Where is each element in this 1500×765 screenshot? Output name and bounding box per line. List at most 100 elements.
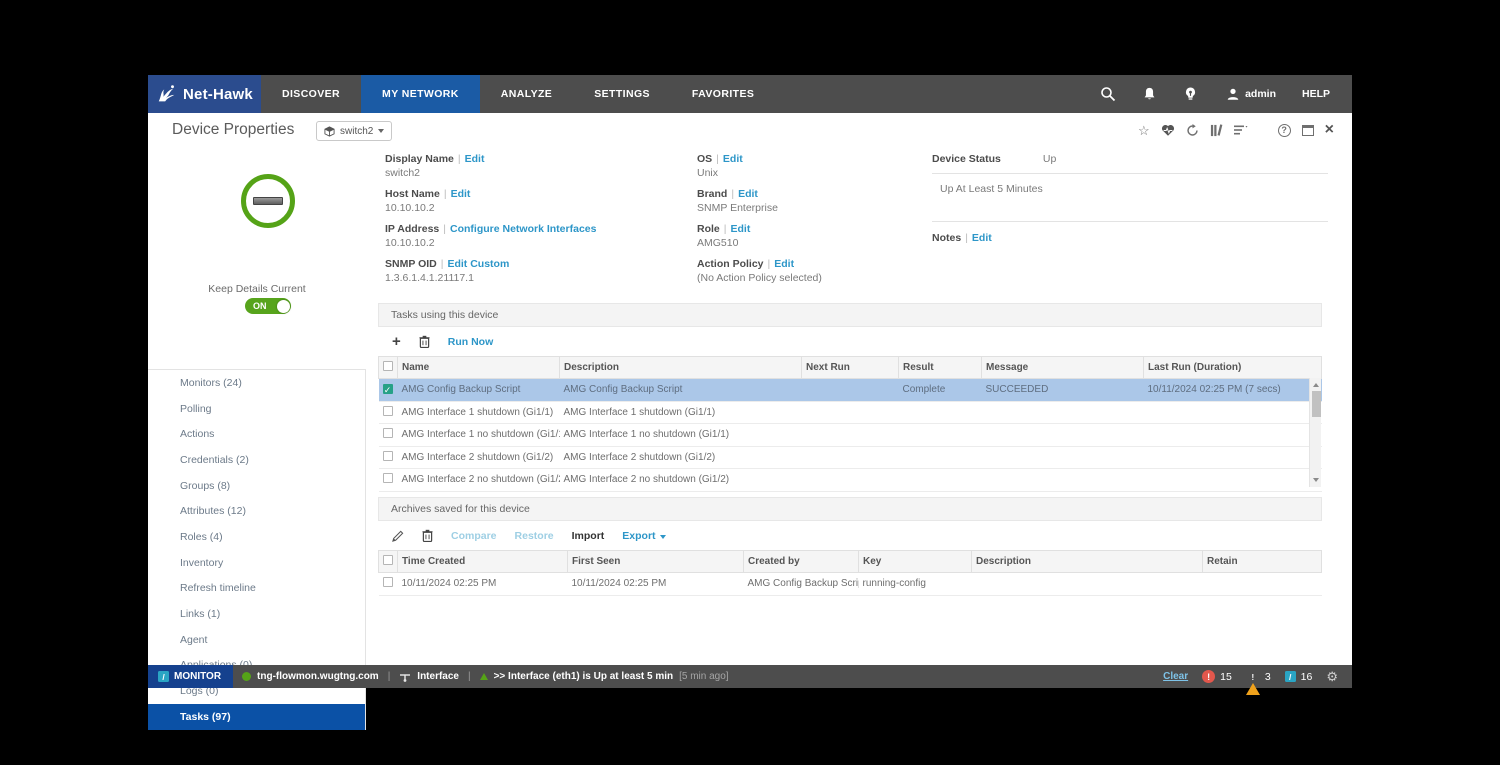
scroll-up-icon[interactable] <box>1313 383 1319 387</box>
col-result[interactable]: Result <box>899 357 982 379</box>
col-message[interactable]: Message <box>982 357 1144 379</box>
delete-archive-icon[interactable] <box>422 529 433 542</box>
edit-display-name-link[interactable]: Edit <box>465 153 485 165</box>
add-task-button[interactable]: + <box>392 334 401 349</box>
info-count[interactable]: /16 <box>1285 671 1313 683</box>
col-retain[interactable]: Retain <box>1203 551 1322 573</box>
import-button[interactable]: Import <box>572 530 605 542</box>
tab-favorites[interactable]: FAVORITES <box>671 75 775 113</box>
close-icon[interactable]: × <box>1325 121 1334 139</box>
brand-logo[interactable]: Net-Hawk <box>148 75 261 113</box>
device-selector[interactable]: switch2 <box>316 121 392 141</box>
edit-brand-link[interactable]: Edit <box>738 188 758 200</box>
edit-os-link[interactable]: Edit <box>723 153 743 165</box>
task-row[interactable]: ✓ AMG Config Backup ScriptAMG Config Bac… <box>379 379 1322 402</box>
favorite-star-icon[interactable]: ☆ <box>1138 124 1150 137</box>
sidebar-item-groups[interactable]: Groups (8) <box>148 473 365 499</box>
tab-settings[interactable]: SETTINGS <box>573 75 671 113</box>
status-source[interactable]: tng-flowmon.wugtng.com <box>257 671 379 682</box>
edit-notes-link[interactable]: Edit <box>972 232 992 244</box>
configure-network-interfaces-link[interactable]: Configure Network Interfaces <box>450 223 596 235</box>
device-cube-icon <box>324 126 335 137</box>
field-value: AMG510 <box>697 237 917 249</box>
maximize-icon[interactable] <box>1302 125 1314 136</box>
scroll-thumb[interactable] <box>1312 391 1321 417</box>
tab-my-network[interactable]: MY NETWORK <box>361 75 480 113</box>
edit-host-name-link[interactable]: Edit <box>451 188 471 200</box>
sidebar-item-monitors[interactable]: Monitors (24) <box>148 370 365 396</box>
task-row[interactable]: AMG Interface 1 shutdown (Gi1/1)AMG Inte… <box>379 401 1322 424</box>
tasks-scrollbar[interactable] <box>1309 378 1321 487</box>
brand-name: Net-Hawk <box>183 86 253 103</box>
sidebar-item-credentials[interactable]: Credentials (2) <box>148 447 365 473</box>
tab-discover[interactable]: DISCOVER <box>261 75 361 113</box>
help-circle-icon[interactable]: ? <box>1278 124 1291 137</box>
notes-label: Notes <box>932 232 961 244</box>
col-key[interactable]: Key <box>859 551 972 573</box>
field-value: SNMP Enterprise <box>697 202 917 214</box>
row-checkbox[interactable] <box>383 406 393 416</box>
run-now-button[interactable]: Run Now <box>448 336 494 348</box>
scroll-down-icon[interactable] <box>1313 478 1319 482</box>
sort-menu-icon[interactable] <box>1234 124 1248 136</box>
sidebar-item-roles[interactable]: Roles (4) <box>148 524 365 550</box>
tab-analyze[interactable]: ANALYZE <box>480 75 573 113</box>
col-description[interactable]: Description <box>560 357 802 379</box>
sidebar-item-actions[interactable]: Actions <box>148 421 365 447</box>
row-checkbox[interactable] <box>383 473 393 483</box>
row-checkbox[interactable] <box>383 451 393 461</box>
col-name[interactable]: Name <box>398 357 560 379</box>
field-label: Action Policy <box>697 258 764 270</box>
sidebar-item-refresh-timeline[interactable]: Refresh timeline <box>148 576 365 602</box>
error-count[interactable]: !15 <box>1202 670 1232 683</box>
task-row[interactable]: AMG Interface 1 no shutdown (Gi1/1)AMG I… <box>379 424 1322 447</box>
select-all-tasks-checkbox[interactable] <box>379 357 398 379</box>
col-created-by[interactable]: Created by <box>744 551 859 573</box>
settings-gear-icon[interactable]: ⚙ <box>1326 669 1338 685</box>
restore-button[interactable]: Restore <box>515 530 554 542</box>
edit-archive-icon[interactable] <box>392 530 404 542</box>
col-time-created[interactable]: Time Created <box>398 551 568 573</box>
task-row[interactable]: AMG Interface 2 no shutdown (Gi1/2)AMG I… <box>379 469 1322 492</box>
interface-icon <box>399 672 411 682</box>
device-thumbnail <box>253 197 283 205</box>
compare-button[interactable]: Compare <box>451 530 497 542</box>
sidebar-item-polling[interactable]: Polling <box>148 396 365 422</box>
up-status-dot-icon <box>242 672 251 681</box>
clear-link[interactable]: Clear <box>1163 671 1188 682</box>
col-first-seen[interactable]: First Seen <box>568 551 744 573</box>
sidebar-item-links[interactable]: Links (1) <box>148 601 365 627</box>
col-last-run[interactable]: Last Run (Duration) <box>1144 357 1322 379</box>
sidebar-item-agent[interactable]: Agent <box>148 627 365 653</box>
search-icon[interactable] <box>1100 86 1116 102</box>
archive-row[interactable]: 10/11/2024 02:25 PM10/11/2024 02:25 PMAM… <box>379 573 1322 596</box>
library-icon[interactable] <box>1210 124 1223 137</box>
edit-role-link[interactable]: Edit <box>731 223 751 235</box>
task-row[interactable]: AMG Interface 2 shutdown (Gi1/2)AMG Inte… <box>379 446 1322 469</box>
warning-count[interactable]: !3 <box>1246 671 1271 683</box>
field-label: Host Name <box>385 188 440 200</box>
col-next-run[interactable]: Next Run <box>802 357 899 379</box>
sidebar-item-inventory[interactable]: Inventory <box>148 550 365 576</box>
delete-task-icon[interactable] <box>419 335 430 348</box>
row-checkbox[interactable]: ✓ <box>383 384 393 394</box>
tasks-panel-title: Tasks using this device <box>378 303 1322 327</box>
help-link[interactable]: HELP <box>1302 88 1330 100</box>
tips-bulb-icon[interactable] <box>1184 86 1200 102</box>
col-archive-description[interactable]: Description <box>972 551 1203 573</box>
field-display-name: Display Name|Edit switch2 <box>385 153 675 179</box>
edit-action-policy-link[interactable]: Edit <box>774 258 794 270</box>
refresh-icon[interactable] <box>1186 124 1199 137</box>
user-menu[interactable]: admin <box>1226 87 1276 101</box>
sidebar-item-tasks[interactable]: Tasks (97) <box>148 704 365 730</box>
export-button[interactable]: Export <box>622 530 665 542</box>
monitor-badge[interactable]: / MONITOR <box>148 665 233 688</box>
row-checkbox[interactable] <box>383 577 393 587</box>
row-checkbox[interactable] <box>383 428 393 438</box>
notifications-bell-icon[interactable] <box>1142 86 1158 102</box>
edit-custom-oid-link[interactable]: Edit Custom <box>447 258 509 270</box>
sidebar-item-attributes[interactable]: Attributes (12) <box>148 498 365 524</box>
device-health-icon[interactable] <box>1161 124 1175 137</box>
select-all-archives-checkbox[interactable] <box>379 551 398 573</box>
keep-details-toggle[interactable]: ON <box>245 298 291 314</box>
